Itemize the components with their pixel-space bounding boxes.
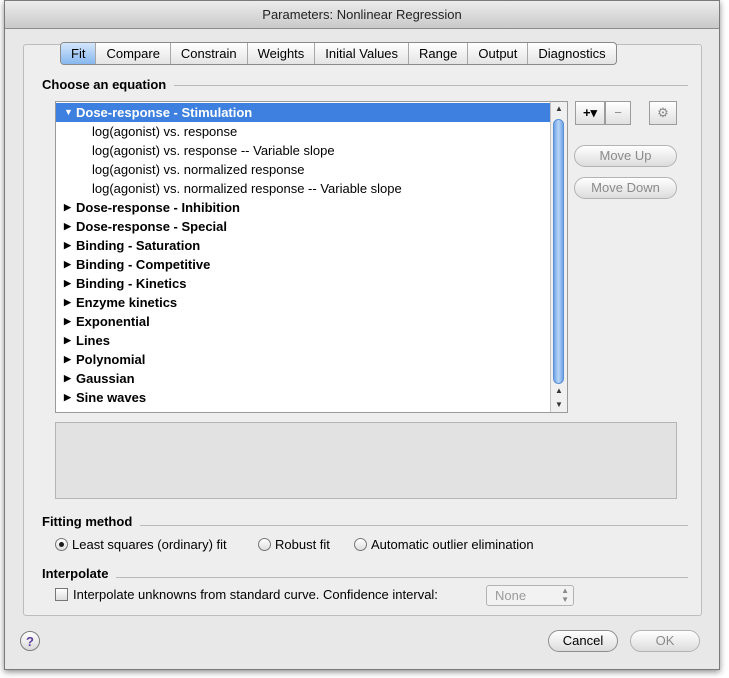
disclosure-closed-icon[interactable]: ▶ xyxy=(64,236,71,255)
equation-label: Binding - Kinetics xyxy=(76,276,187,291)
radio-unselected-icon[interactable] xyxy=(354,538,367,551)
radio-outlier-elimination-label: Automatic outlier elimination xyxy=(371,537,534,552)
disclosure-closed-icon[interactable]: ▶ xyxy=(64,369,71,388)
equation-label: Gaussian xyxy=(76,371,135,386)
scroll-up-icon-lower[interactable]: ▲ xyxy=(551,384,567,398)
disclosure-closed-icon[interactable]: ▶ xyxy=(64,350,71,369)
equation-category[interactable]: ▶ Gaussian xyxy=(56,369,551,388)
equation-label: log(agonist) vs. response xyxy=(92,124,238,139)
equation-label: Exponential xyxy=(76,314,150,329)
equation-label: Binding - Competitive xyxy=(76,257,211,272)
radio-robust-fit[interactable]: Robust fit xyxy=(258,537,330,552)
disclosure-open-icon[interactable]: ▼ xyxy=(64,103,73,122)
equation-description-box xyxy=(55,422,677,499)
equation-item[interactable]: log(agonist) vs. response xyxy=(56,122,551,141)
equation-list[interactable]: ▼ Dose-response - Stimulation log(agonist)… xyxy=(55,101,568,413)
tab-constrain[interactable]: Constrain xyxy=(171,43,248,64)
radio-least-squares[interactable]: Least squares (ordinary) fit xyxy=(55,537,227,552)
equation-item[interactable]: log(agonist) vs. normalized response xyxy=(56,160,551,179)
equation-label: Dose-response - Stimulation xyxy=(76,105,253,120)
disclosure-closed-icon[interactable]: ▶ xyxy=(64,217,71,236)
dialog-window: Parameters: Nonlinear Regression Fit Com… xyxy=(4,0,720,670)
equation-label: Dose-response - Inhibition xyxy=(76,200,240,215)
disclosure-closed-icon[interactable]: ▶ xyxy=(64,255,71,274)
equation-label: Binding - Saturation xyxy=(76,238,201,253)
tab-bar: Fit Compare Constrain Weights Initial Va… xyxy=(60,42,617,65)
equation-label: log(agonist) vs. response -- Variable sl… xyxy=(92,143,335,158)
list-scrollbar[interactable]: ▲ ▲ ▼ xyxy=(550,102,567,412)
equation-category[interactable]: ▶ Binding - Kinetics xyxy=(56,274,551,293)
equation-label: log(agonist) vs. normalized response -- … xyxy=(92,181,402,196)
tab-initial-values[interactable]: Initial Values xyxy=(315,43,410,64)
equation-label: log(agonist) vs. normalized response xyxy=(92,162,305,177)
gear-icon[interactable]: ⚙ xyxy=(649,101,677,125)
equation-item[interactable]: log(agonist) vs. response -- Variable sl… xyxy=(56,141,551,160)
tab-weights[interactable]: Weights xyxy=(248,43,316,64)
disclosure-closed-icon[interactable]: ▶ xyxy=(64,274,71,293)
help-icon[interactable]: ? xyxy=(20,631,40,651)
equation-label: Polynomial xyxy=(76,352,146,367)
interpolate-label: Interpolate xyxy=(42,566,117,581)
equation-section-label: Choose an equation xyxy=(42,77,175,92)
equation-category[interactable]: ▶ Polynomial xyxy=(56,350,551,369)
remove-equation-button[interactable]: − xyxy=(605,101,631,125)
disclosure-closed-icon[interactable]: ▶ xyxy=(64,388,71,407)
radio-selected-icon[interactable] xyxy=(55,538,68,551)
interpolate-checkbox-row[interactable]: Interpolate unknowns from standard curve… xyxy=(55,587,438,602)
radio-least-squares-label: Least squares (ordinary) fit xyxy=(72,537,227,552)
radio-outlier-elimination[interactable]: Automatic outlier elimination xyxy=(354,537,534,552)
tab-compare[interactable]: Compare xyxy=(96,43,171,64)
confidence-interval-select[interactable]: None ▲ ▼ xyxy=(486,585,574,606)
radio-unselected-icon[interactable] xyxy=(258,538,271,551)
scroll-thumb[interactable] xyxy=(553,119,564,384)
interpolate-checkbox[interactable] xyxy=(55,588,68,601)
equation-category[interactable]: ▶ Sine waves xyxy=(56,388,551,407)
section-divider xyxy=(43,577,688,578)
equation-label: Enzyme kinetics xyxy=(76,295,178,310)
equation-label: Dose-response - Special xyxy=(76,219,227,234)
scroll-down-icon[interactable]: ▼ xyxy=(551,398,567,412)
fitting-method-label: Fitting method xyxy=(42,514,141,529)
tab-diagnostics[interactable]: Diagnostics xyxy=(528,43,615,64)
equation-category[interactable]: ▶ Exponential xyxy=(56,312,551,331)
equation-category[interactable]: ▶ Dose-response - Special xyxy=(56,217,551,236)
radio-robust-fit-label: Robust fit xyxy=(275,537,330,552)
tab-fit[interactable]: Fit xyxy=(61,43,97,64)
scroll-up-icon[interactable]: ▲ xyxy=(551,102,567,116)
disclosure-closed-icon[interactable]: ▶ xyxy=(64,312,71,331)
move-down-button[interactable]: Move Down xyxy=(574,177,677,199)
equation-category[interactable]: ▶ Enzyme kinetics xyxy=(56,293,551,312)
equation-category[interactable]: ▶ Binding - Competitive xyxy=(56,255,551,274)
equation-item[interactable]: log(agonist) vs. normalized response -- … xyxy=(56,179,551,198)
window-title: Parameters: Nonlinear Regression xyxy=(5,1,719,29)
equation-label: Sine waves xyxy=(76,390,147,405)
equation-category[interactable]: ▶ Dose-response - Inhibition xyxy=(56,198,551,217)
disclosure-closed-icon[interactable]: ▶ xyxy=(64,331,71,350)
stepper-icon: ▲ ▼ xyxy=(561,586,569,604)
disclosure-closed-icon[interactable]: ▶ xyxy=(64,293,71,312)
equation-category[interactable]: ▶ Binding - Saturation xyxy=(56,236,551,255)
confidence-interval-value: None xyxy=(495,588,527,603)
cancel-button[interactable]: Cancel xyxy=(548,630,618,652)
tab-range[interactable]: Range xyxy=(409,43,469,64)
disclosure-closed-icon[interactable]: ▶ xyxy=(64,198,71,217)
equation-category[interactable]: ▼ Dose-response - Stimulation xyxy=(56,103,551,122)
add-equation-button[interactable]: +▾ xyxy=(575,101,605,125)
tab-output[interactable]: Output xyxy=(468,43,529,64)
move-up-button[interactable]: Move Up xyxy=(574,145,677,167)
ok-button[interactable]: OK xyxy=(630,630,700,652)
equation-label: Lines xyxy=(76,333,110,348)
interpolate-checkbox-label: Interpolate unknowns from standard curve… xyxy=(73,587,438,602)
equation-category[interactable]: ▶ Lines xyxy=(56,331,551,350)
